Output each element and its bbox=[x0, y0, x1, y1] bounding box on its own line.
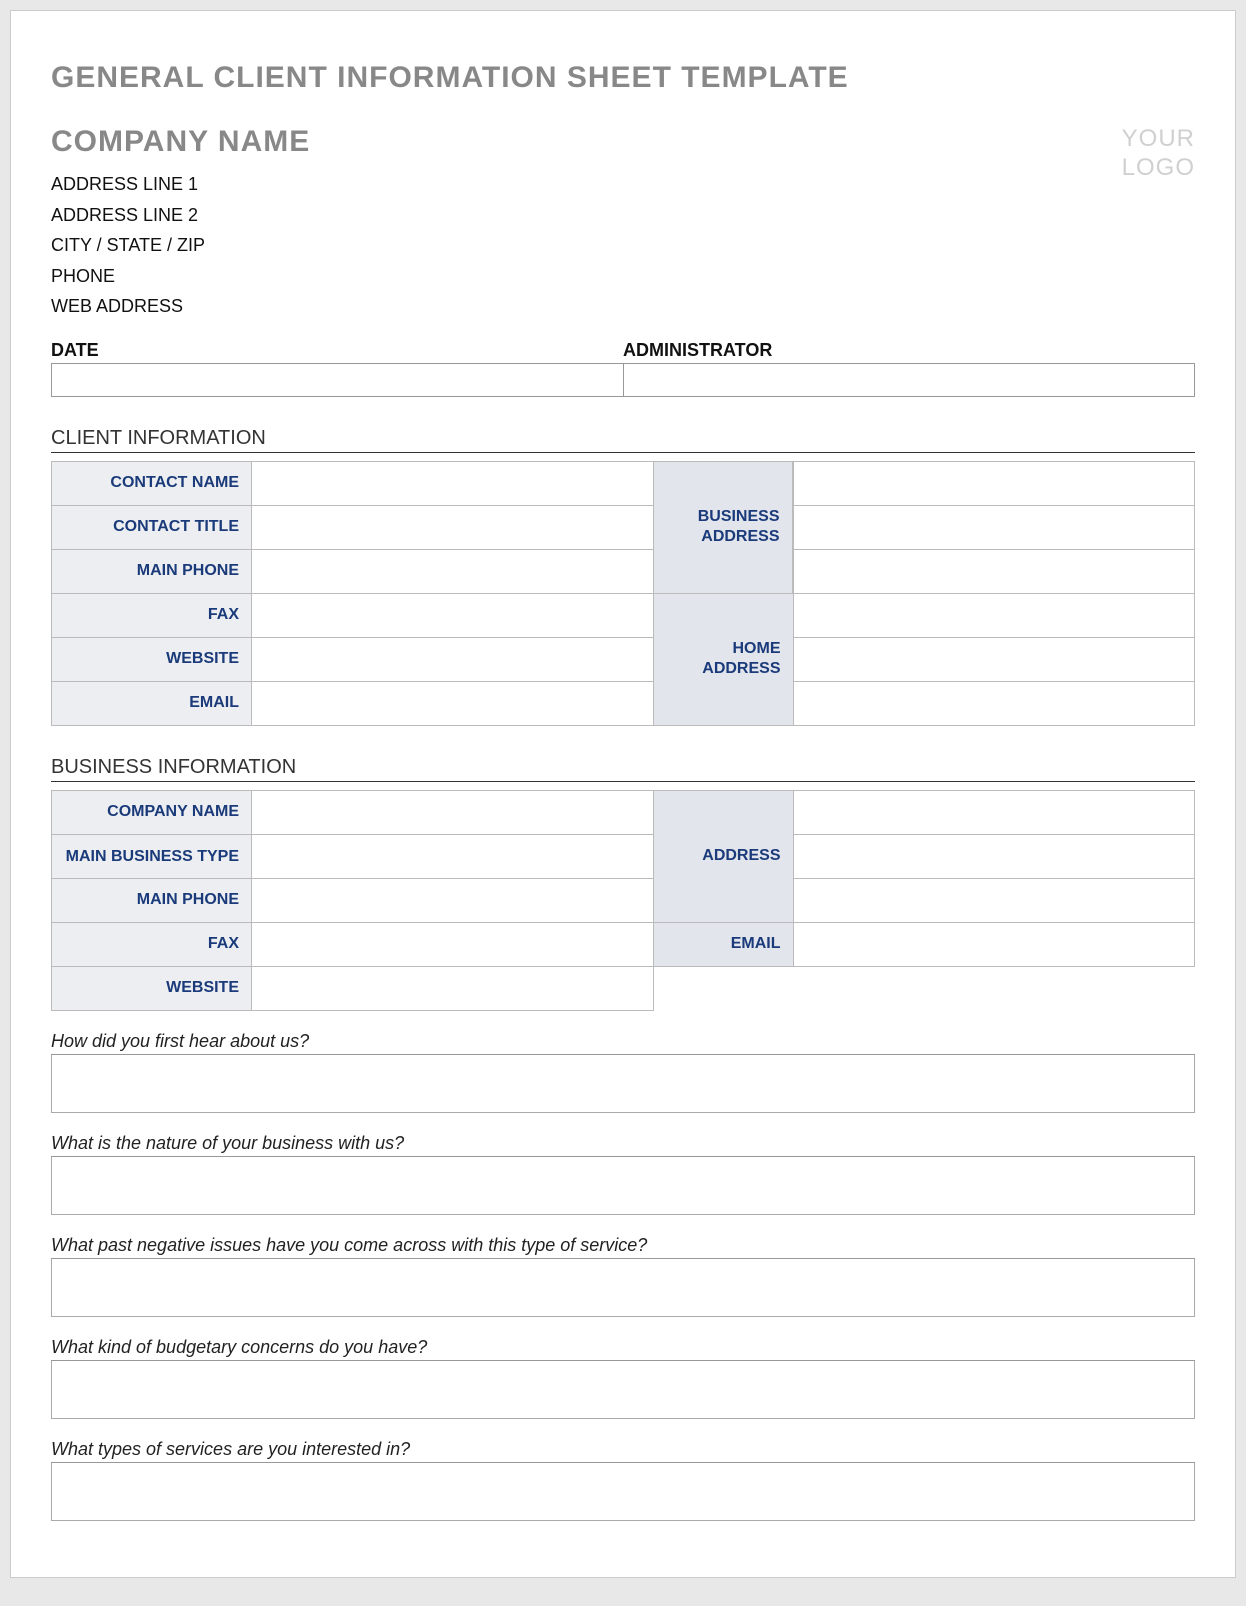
field-address-1[interactable] bbox=[793, 790, 1195, 834]
date-label: DATE bbox=[51, 340, 623, 363]
field-website[interactable] bbox=[252, 637, 654, 681]
section-title-business-info: BUSINESS INFORMATION bbox=[51, 756, 1195, 782]
question-block: What types of services are you intereste… bbox=[51, 1439, 1195, 1521]
label-home-address: HOMEADDRESS bbox=[654, 594, 793, 725]
label-email-biz: EMAIL bbox=[653, 922, 793, 966]
document-title: GENERAL CLIENT INFORMATION SHEET TEMPLAT… bbox=[51, 61, 1195, 95]
field-company-name[interactable] bbox=[252, 790, 654, 834]
field-home-address-3[interactable] bbox=[793, 681, 1195, 725]
field-address-3[interactable] bbox=[793, 878, 1195, 922]
field-address-2[interactable] bbox=[793, 834, 1195, 878]
header-row: COMPANY NAME ADDRESS LINE 1 ADDRESS LINE… bbox=[51, 125, 1195, 322]
field-main-phone[interactable] bbox=[252, 549, 654, 593]
question-block: What is the nature of your business with… bbox=[51, 1133, 1195, 1215]
date-column: DATE bbox=[51, 340, 623, 397]
answer-field[interactable] bbox=[51, 1055, 1195, 1113]
company-name: COMPANY NAME bbox=[51, 125, 1122, 159]
question-text: What past negative issues have you come … bbox=[51, 1235, 1195, 1259]
label-business-address: BUSINESSADDRESS bbox=[654, 462, 793, 593]
field-business-address-2[interactable] bbox=[793, 505, 1195, 549]
question-text: How did you first hear about us? bbox=[51, 1031, 1195, 1055]
field-main-phone-biz[interactable] bbox=[252, 878, 654, 922]
label-contact-title: CONTACT TITLE bbox=[52, 505, 252, 549]
company-block: COMPANY NAME ADDRESS LINE 1 ADDRESS LINE… bbox=[51, 125, 1122, 322]
answer-field[interactable] bbox=[51, 1361, 1195, 1419]
section-title-client-info: CLIENT INFORMATION bbox=[51, 427, 1195, 453]
logo-placeholder: YOUR LOGO bbox=[1122, 125, 1195, 183]
label-main-business-type: MAIN BUSINESS TYPE bbox=[52, 834, 252, 878]
administrator-field[interactable] bbox=[623, 363, 1195, 397]
label-website-biz: WEBSITE bbox=[52, 966, 252, 1010]
label-main-phone: MAIN PHONE bbox=[52, 549, 252, 593]
field-email[interactable] bbox=[252, 681, 654, 725]
administrator-label: ADMINISTRATOR bbox=[623, 340, 1195, 363]
field-website-biz[interactable] bbox=[252, 966, 654, 1010]
field-email-biz[interactable] bbox=[793, 922, 1195, 966]
field-main-business-type[interactable] bbox=[252, 834, 654, 878]
empty-cell bbox=[653, 966, 793, 1010]
administrator-column: ADMINISTRATOR bbox=[623, 340, 1195, 397]
label-company-name: COMPANY NAME bbox=[52, 790, 252, 834]
question-text: What kind of budgetary concerns do you h… bbox=[51, 1337, 1195, 1361]
company-line: PHONE bbox=[51, 261, 1122, 292]
company-line: CITY / STATE / ZIP bbox=[51, 230, 1122, 261]
company-line: ADDRESS LINE 2 bbox=[51, 200, 1122, 231]
answer-field[interactable] bbox=[51, 1157, 1195, 1215]
field-contact-title[interactable] bbox=[252, 505, 654, 549]
label-website: WEBSITE bbox=[52, 637, 252, 681]
question-text: What types of services are you intereste… bbox=[51, 1439, 1195, 1463]
field-business-address-3[interactable] bbox=[793, 549, 1195, 593]
company-line: ADDRESS LINE 1 bbox=[51, 169, 1122, 200]
field-home-address-2[interactable] bbox=[793, 637, 1195, 681]
client-info-table: CONTACT NAME BUSINESSADDRESS CONTACT TIT… bbox=[51, 461, 1195, 726]
label-fax-biz: FAX bbox=[52, 922, 252, 966]
company-line: WEB ADDRESS bbox=[51, 291, 1122, 322]
question-text: What is the nature of your business with… bbox=[51, 1133, 1195, 1157]
answer-field[interactable] bbox=[51, 1463, 1195, 1521]
label-fax: FAX bbox=[52, 593, 252, 637]
label-address: ADDRESS bbox=[654, 791, 793, 922]
company-address-lines: ADDRESS LINE 1 ADDRESS LINE 2 CITY / STA… bbox=[51, 169, 1122, 322]
logo-text-line: YOUR bbox=[1122, 125, 1195, 154]
field-business-address-1[interactable] bbox=[793, 461, 1195, 505]
date-field[interactable] bbox=[51, 363, 623, 397]
business-info-table: COMPANY NAME ADDRESS MAIN BUSINESS TYPE … bbox=[51, 790, 1195, 1011]
date-admin-row: DATE ADMINISTRATOR bbox=[51, 340, 1195, 397]
field-contact-name[interactable] bbox=[252, 461, 654, 505]
label-email: EMAIL bbox=[52, 681, 252, 725]
empty-cell bbox=[793, 966, 1195, 1010]
label-main-phone-biz: MAIN PHONE bbox=[52, 878, 252, 922]
field-fax[interactable] bbox=[252, 593, 654, 637]
answer-field[interactable] bbox=[51, 1259, 1195, 1317]
field-home-address-1[interactable] bbox=[793, 593, 1195, 637]
logo-text-line: LOGO bbox=[1122, 154, 1195, 183]
field-fax-biz[interactable] bbox=[252, 922, 654, 966]
document-page: GENERAL CLIENT INFORMATION SHEET TEMPLAT… bbox=[10, 10, 1236, 1578]
label-contact-name: CONTACT NAME bbox=[52, 461, 252, 505]
question-block: How did you first hear about us? bbox=[51, 1031, 1195, 1113]
question-block: What kind of budgetary concerns do you h… bbox=[51, 1337, 1195, 1419]
question-block: What past negative issues have you come … bbox=[51, 1235, 1195, 1317]
